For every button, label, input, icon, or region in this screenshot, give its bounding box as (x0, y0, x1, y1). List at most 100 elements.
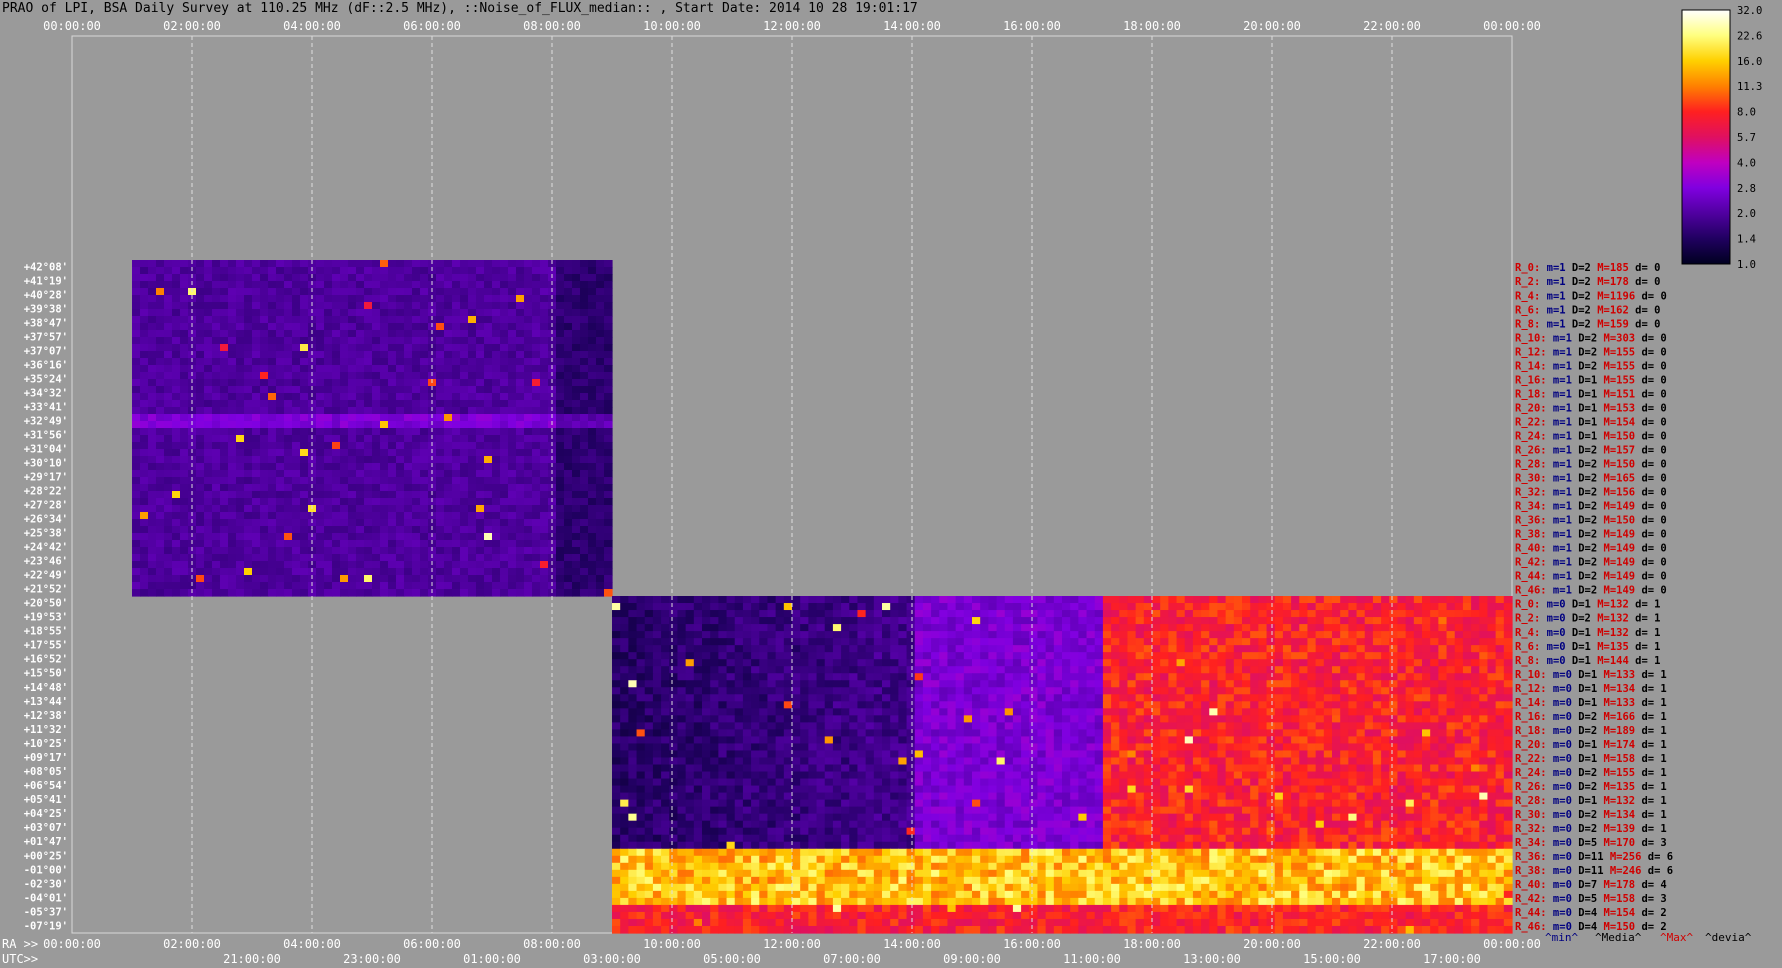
heatmap-cell (572, 484, 581, 492)
heatmap-cell (412, 554, 421, 562)
heatmap-cell (792, 701, 801, 709)
heatmap-cell (604, 547, 613, 555)
heatmap-cell (236, 484, 245, 492)
heatmap-cell (348, 540, 357, 548)
heatmap-cell (1282, 708, 1292, 716)
heatmap-cell (164, 337, 173, 345)
heatmap-cell (669, 708, 679, 716)
heatmap-cell (404, 519, 413, 527)
heatmap-cell (276, 491, 285, 499)
heatmap-cell (612, 687, 621, 695)
heatmap-cell (364, 491, 373, 499)
heatmap-cell (148, 491, 157, 499)
heatmap-cell (468, 470, 477, 478)
heatmap-cell (204, 505, 213, 513)
heatmap-cell (1127, 701, 1137, 709)
heatmap-cell (244, 589, 253, 597)
heatmap-cell (356, 358, 365, 366)
heatmap-cell (1012, 659, 1022, 667)
heatmap-cell (612, 666, 621, 674)
heatmap-cell (164, 582, 173, 590)
heatmap-cell (244, 407, 253, 415)
heatmap-cell (1029, 680, 1039, 688)
heatmap-cell (260, 428, 269, 436)
heatmap-cell (792, 659, 801, 667)
heatmap-cell (212, 456, 221, 464)
heatmap-cell (1217, 610, 1227, 618)
heatmap-cell (260, 540, 269, 548)
heatmap-cell (204, 372, 213, 380)
heatmap-cell (1274, 617, 1284, 625)
heatmap-cell (164, 407, 173, 415)
heatmap-cell (180, 561, 189, 569)
heatmap-cell (292, 379, 301, 387)
heatmap-cell (292, 428, 301, 436)
heatmap-cell (332, 337, 341, 345)
heatmap-cell (436, 428, 445, 436)
heatmap-cell (963, 722, 973, 730)
heatmap-cell (596, 498, 605, 506)
heatmap-cell (783, 722, 793, 730)
heatmap-cell (324, 568, 333, 576)
heatmap-cell (468, 484, 477, 492)
heatmap-cell (685, 596, 695, 604)
heatmap-cell (348, 470, 357, 478)
heatmap-cell (572, 323, 581, 331)
heatmap-cell (348, 330, 357, 338)
heatmap-cell (718, 701, 728, 709)
heatmap-cell (1430, 652, 1439, 660)
heatmap-cell (604, 491, 613, 499)
heatmap-cell (436, 288, 445, 296)
heatmap-cell (759, 624, 769, 632)
heatmap-cell (340, 505, 349, 513)
heatmap-cell (348, 498, 357, 506)
heatmap-cell (596, 316, 605, 324)
heatmap-cell (1029, 645, 1039, 653)
heatmap-cell (212, 568, 221, 576)
heatmap-cell (1348, 722, 1358, 730)
heatmap-cell (244, 435, 253, 443)
heatmap-cell (212, 393, 221, 401)
heatmap-cell (340, 512, 349, 520)
heatmap-cell (824, 708, 834, 716)
heatmap-cell (508, 358, 517, 366)
heatmap-cell (849, 631, 859, 639)
heatmap-cell (460, 568, 469, 576)
heatmap-cell (620, 687, 629, 695)
heatmap-cell (1299, 694, 1309, 702)
heatmap-cell (988, 631, 998, 639)
heatmap-cell (220, 505, 229, 513)
heatmap-cell (702, 680, 711, 688)
heatmap-cell (580, 372, 589, 380)
heatmap-cell (849, 708, 859, 716)
heatmap-cell (244, 344, 253, 352)
heatmap-cell (260, 316, 269, 324)
heatmap-cell (172, 477, 181, 485)
heatmap-cell (540, 568, 549, 576)
heatmap-cell (228, 267, 237, 275)
heatmap-cell (452, 435, 461, 443)
heatmap-cell (364, 449, 373, 457)
heatmap-cell (452, 442, 461, 450)
heatmap-cell (516, 344, 525, 352)
heatmap-cell (1274, 687, 1284, 695)
heatmap-cell (484, 554, 493, 562)
heatmap-cell (677, 603, 687, 611)
heatmap-cell (412, 428, 421, 436)
heatmap-cell (220, 456, 229, 464)
heatmap-cell (1070, 673, 1079, 681)
heatmap-cell (404, 582, 413, 590)
heatmap-cell (492, 358, 501, 366)
heatmap-cell (164, 365, 173, 373)
heatmap-cell (500, 554, 509, 562)
heatmap-cell (412, 281, 421, 289)
heatmap-cell (1258, 722, 1268, 730)
heatmap-cell (292, 568, 301, 576)
heatmap-cell (244, 498, 253, 506)
heatmap-cell (484, 344, 493, 352)
heatmap-cell (1201, 617, 1210, 625)
heatmap-cell (775, 659, 785, 667)
heatmap-cell (180, 498, 189, 506)
heatmap-cell (1282, 722, 1292, 730)
heatmap-cell (572, 351, 581, 359)
